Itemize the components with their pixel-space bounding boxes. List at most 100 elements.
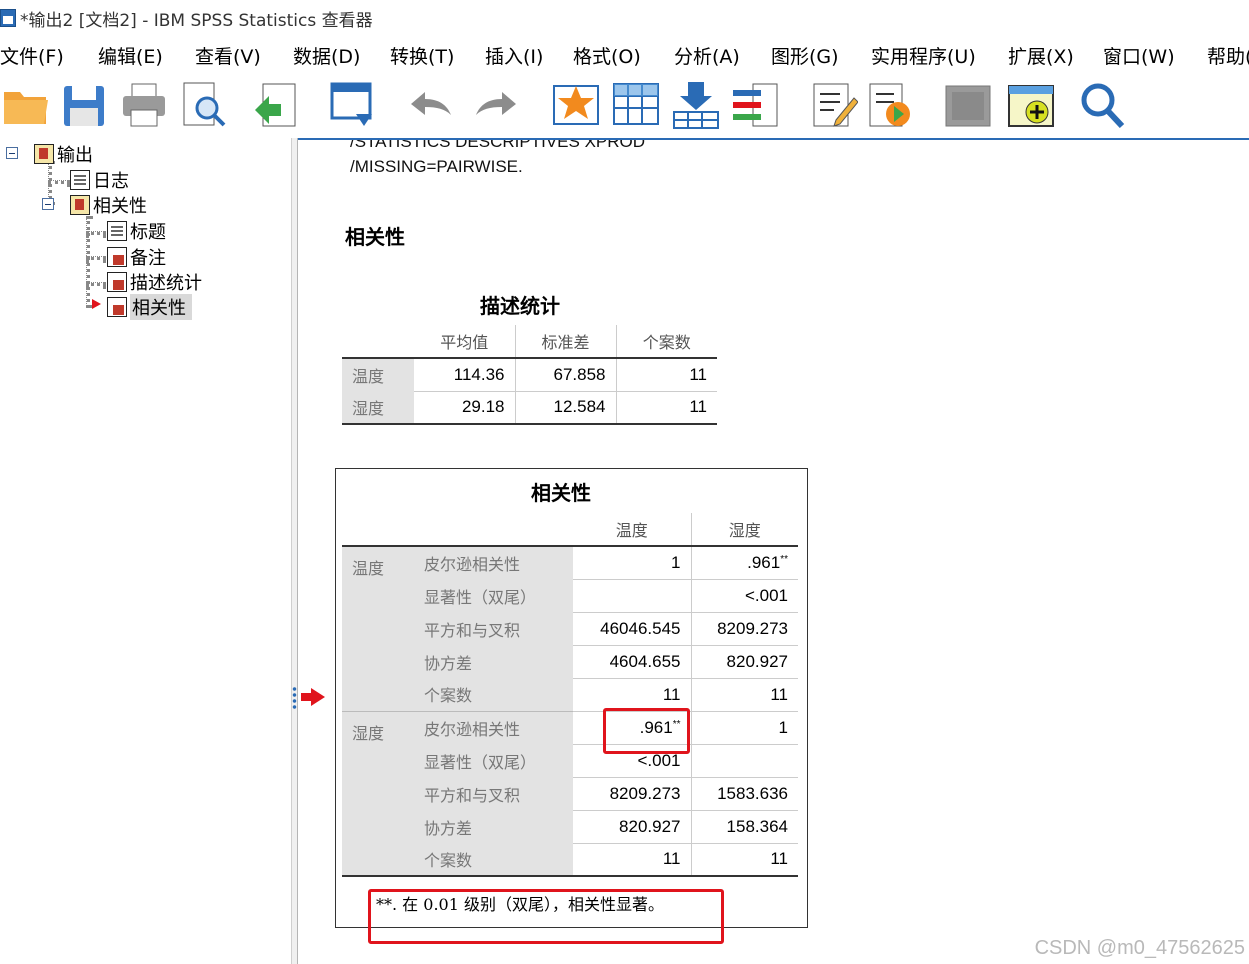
print-preview-icon[interactable] (180, 80, 228, 130)
table-row: 湿度 29.18 12.584 11 (342, 391, 717, 424)
tree-item-log[interactable]: 日志 (70, 167, 129, 192)
tree-item-title[interactable]: 标题 (107, 218, 166, 243)
recall-dialog-icon[interactable] (328, 80, 376, 130)
cell-value: 11 (770, 849, 788, 869)
spss-app-icon (0, 9, 16, 27)
export-icon[interactable] (253, 80, 301, 130)
syntax-line-partial: /STATISTICS DESCRIPTIVES XPROD (350, 138, 646, 151)
menu-utilities[interactable]: 实用程序(U) (871, 42, 976, 69)
collapse-output-toggle[interactable] (6, 147, 18, 159)
tree-item-correlations-table[interactable]: 相关性 (107, 293, 192, 320)
run-script-icon[interactable] (866, 80, 914, 130)
cell-mean: 114.36 (414, 358, 516, 392)
annotation-highlight-footnote (368, 889, 724, 944)
toolbar (0, 74, 1249, 138)
tree-label-correlations: 相关性 (93, 195, 147, 217)
descriptives-title: 描述统计 (480, 294, 560, 318)
annotation-highlight-coefficient (603, 708, 690, 754)
tree-connector (48, 180, 70, 184)
menu-edit[interactable]: 编辑(E) (98, 42, 163, 69)
cell-value: 1 (691, 711, 798, 745)
menu-file[interactable]: 文件(F) (0, 42, 64, 69)
tree-connector (86, 231, 106, 235)
tree-item-descriptives[interactable]: 描述统计 (107, 269, 202, 294)
cell-value: 1 (573, 546, 692, 580)
stat-label: 协方差 (414, 810, 573, 843)
syntax-line: /MISSING=PAIRWISE. (350, 157, 523, 176)
menu-analyze[interactable]: 分析(A) (674, 42, 740, 69)
menu-view[interactable]: 查看(V) (195, 42, 261, 69)
hide-icon[interactable] (944, 80, 992, 130)
stat-label: 皮尔逊相关性 (414, 546, 573, 579)
stat-label: 显著性（双尾） (414, 579, 573, 612)
correlations-book-icon (70, 194, 90, 215)
undo-icon[interactable] (405, 80, 453, 130)
output-content-pane: /STATISTICS DESCRIPTIVES XPROD /MISSING=… (298, 138, 1249, 964)
cell-n: 11 (689, 397, 707, 417)
section-heading: 相关性 (345, 225, 405, 249)
tree-label-descriptives: 描述统计 (130, 272, 202, 294)
stat-label: 平方和与叉积 (414, 612, 573, 645)
table-row: 温度 皮尔逊相关性 1 .961** (342, 546, 798, 711)
cell-value: 820.927 (691, 645, 798, 679)
menu-extensions[interactable]: 扩展(X) (1008, 42, 1074, 69)
pane-splitter[interactable] (291, 138, 298, 964)
stat-label: 个案数 (414, 843, 573, 876)
splitter-grip-icon (292, 686, 297, 710)
cell-value (573, 579, 692, 613)
menu-data[interactable]: 数据(D) (293, 42, 360, 69)
correlations-table-icon (107, 296, 127, 317)
cell-sd: 67.858 (515, 358, 617, 392)
output-book-icon (34, 143, 54, 164)
redo-icon[interactable] (474, 80, 522, 130)
title-icon (107, 220, 127, 241)
edit-icon[interactable] (810, 80, 858, 130)
cell-value: 158.364 (691, 810, 798, 844)
goto-case-icon[interactable] (612, 80, 660, 130)
menu-graphs[interactable]: 图形(G) (771, 42, 839, 69)
stat-label: 皮尔逊相关性 (414, 710, 573, 744)
tree-connector (86, 282, 106, 286)
notes-icon (107, 246, 127, 267)
menu-help[interactable]: 帮助( (1207, 42, 1249, 69)
goto-data-icon[interactable] (552, 80, 600, 130)
cell-value: 1583.636 (691, 777, 798, 811)
current-item-arrow-icon (92, 299, 101, 309)
cell-value: 4604.655 (573, 645, 692, 679)
tree-label-title: 标题 (130, 221, 166, 243)
insert-output-icon[interactable] (1007, 80, 1055, 130)
cell-mean: 29.18 (414, 391, 516, 424)
cell-value: 8209.273 (691, 612, 798, 646)
table-row: 温度 114.36 67.858 11 (342, 358, 717, 392)
find-icon[interactable] (1078, 80, 1126, 130)
menu-insert[interactable]: 插入(I) (485, 42, 543, 69)
open-folder-icon[interactable] (2, 80, 50, 130)
tree-item-output[interactable]: 输出 (34, 141, 93, 166)
collapse-correlations-toggle[interactable] (42, 198, 54, 210)
print-icon[interactable] (120, 80, 168, 130)
cell-value: .961** (691, 546, 798, 580)
row-label: 湿度 (342, 391, 414, 424)
stat-label: 显著性（双尾） (414, 744, 573, 777)
correlations-title: 相关性 (531, 481, 591, 505)
menu-transform[interactable]: 转换(T) (390, 42, 454, 69)
menu-window[interactable]: 窗口(W) (1103, 42, 1175, 69)
descriptives-header-row: 平均值 标准差 个案数 (342, 325, 717, 359)
watermark: CSDN @m0_47562625 (1034, 937, 1245, 959)
cell-value: 820.927 (573, 810, 692, 844)
variables-icon[interactable] (731, 80, 779, 130)
window-title: *输出2 [文档2] - IBM SPSS Statistics 查看器 (20, 10, 373, 31)
title-bar: *输出2 [文档2] - IBM SPSS Statistics 查看器 (0, 0, 1249, 36)
correlations-table: 温度 湿度 温度 皮尔逊相关性 1 .961** 显著性（双尾） <.001 平… (342, 513, 798, 877)
menu-format[interactable]: 格式(O) (573, 42, 641, 69)
save-icon[interactable] (60, 80, 108, 130)
tree-item-notes[interactable]: 备注 (107, 244, 166, 269)
cell-value: 11 (573, 678, 692, 712)
cell-value: 8209.273 (573, 777, 692, 811)
cell-value: 11 (573, 843, 692, 876)
correlations-header-row: 温度 湿度 (342, 513, 798, 547)
group-label: 湿度 (342, 710, 414, 876)
goto-variable-icon[interactable] (672, 80, 720, 130)
tree-item-correlations[interactable]: 相关性 (70, 192, 147, 217)
cell-value: 11 (691, 678, 798, 712)
